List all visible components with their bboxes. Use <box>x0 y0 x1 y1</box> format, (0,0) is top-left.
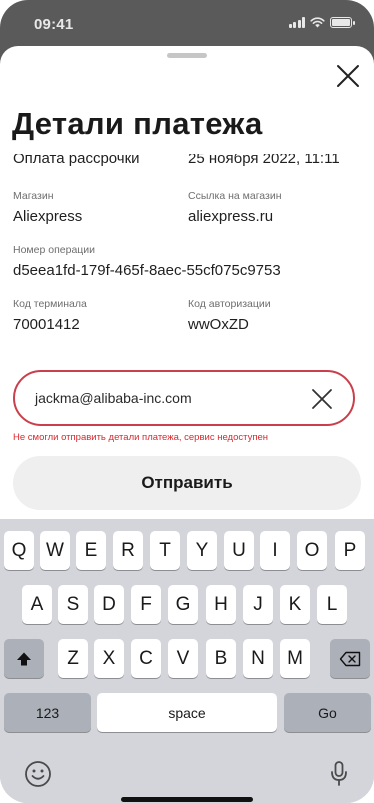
key-e[interactable]: E <box>76 531 106 570</box>
clipped-detail-row: Оплата рассрочки 25 ноября 2022, 11:11 <box>0 154 374 172</box>
store-link-label: Ссылка на магазин <box>188 190 282 202</box>
microphone-icon[interactable] <box>328 759 350 789</box>
store-field: Магазин Aliexpress <box>13 190 82 226</box>
payment-date-value: 25 ноября 2022, 11:11 <box>188 154 340 167</box>
key-m[interactable]: M <box>280 639 310 678</box>
email-input[interactable]: jackma@alibaba-inc.com <box>13 370 355 426</box>
operation-label: Номер операции <box>13 244 96 256</box>
cellular-signal-icon <box>288 17 305 28</box>
status-time: 09:41 <box>34 16 74 33</box>
key-t[interactable]: T <box>150 531 180 570</box>
key-y[interactable]: Y <box>187 531 217 570</box>
shift-key[interactable] <box>4 639 44 678</box>
key-h[interactable]: H <box>206 585 236 624</box>
email-input-value[interactable]: jackma@alibaba-inc.com <box>35 390 192 406</box>
email-error-message: Не смогли отправить детали платежа, серв… <box>13 432 268 443</box>
numbers-key[interactable]: 123 <box>4 693 91 732</box>
key-j[interactable]: J <box>243 585 273 624</box>
wifi-icon <box>310 17 325 28</box>
key-k[interactable]: K <box>280 585 310 624</box>
key-i[interactable]: I <box>260 531 290 570</box>
store-value: Aliexpress <box>13 208 83 225</box>
key-u[interactable]: U <box>224 531 254 570</box>
backspace-key[interactable] <box>330 639 370 678</box>
auth-label: Код авторизации <box>188 298 271 310</box>
key-w[interactable]: W <box>40 531 70 570</box>
store-link-value[interactable]: aliexpress.ru <box>188 208 282 226</box>
go-key[interactable]: Go <box>284 693 371 732</box>
key-r[interactable]: R <box>113 531 143 570</box>
sheet-grabber[interactable] <box>167 53 207 58</box>
key-a[interactable]: A <box>22 585 52 624</box>
terminal-value: 70001412 <box>13 316 80 333</box>
key-q[interactable]: Q <box>4 531 34 570</box>
terminal-label: Код терминала <box>13 298 87 310</box>
page-title: Детали платежа <box>12 106 263 141</box>
status-bar: 09:41 <box>0 0 374 44</box>
auth-field: Код авторизации wwOxZD <box>188 298 271 334</box>
home-indicator[interactable] <box>121 797 253 802</box>
battery-icon <box>330 17 355 28</box>
key-g[interactable]: G <box>168 585 198 624</box>
shift-icon <box>17 652 31 665</box>
key-p[interactable]: P <box>335 531 365 570</box>
key-b[interactable]: B <box>206 639 236 678</box>
key-l[interactable]: L <box>317 585 347 624</box>
status-icons <box>288 17 355 28</box>
phone-screen: 09:41 Детали платежа Оплата рассрочки 25… <box>0 0 374 803</box>
key-v[interactable]: V <box>168 639 198 678</box>
payment-type-value: Оплата рассрочки <box>13 154 140 167</box>
key-f[interactable]: F <box>131 585 161 624</box>
key-o[interactable]: O <box>297 531 327 570</box>
backspace-icon <box>339 651 361 666</box>
send-button[interactable]: Отправить <box>13 456 361 510</box>
store-label: Магазин <box>13 190 54 202</box>
key-z[interactable]: Z <box>58 639 88 678</box>
key-s[interactable]: S <box>58 585 88 624</box>
terminal-field: Код терминала 70001412 <box>13 298 87 334</box>
key-d[interactable]: D <box>94 585 124 624</box>
on-screen-keyboard: Q W E R T Y U I O P A S D F G H J K L Z … <box>0 519 374 803</box>
operation-value: d5eea1fd-179f-465f-8aec-55cf075c9753 <box>13 262 281 279</box>
store-link-field: Ссылка на магазин aliexpress.ru <box>188 190 282 226</box>
key-c[interactable]: C <box>131 639 161 678</box>
emoji-icon[interactable] <box>23 759 53 789</box>
operation-field: Номер операции d5eea1fd-179f-465f-8aec-5… <box>13 244 281 280</box>
space-key[interactable]: space <box>97 693 277 732</box>
clear-input-icon[interactable] <box>308 385 336 413</box>
key-n[interactable]: N <box>243 639 273 678</box>
close-icon[interactable] <box>332 60 364 92</box>
auth-value: wwOxZD <box>188 316 249 333</box>
key-x[interactable]: X <box>94 639 124 678</box>
